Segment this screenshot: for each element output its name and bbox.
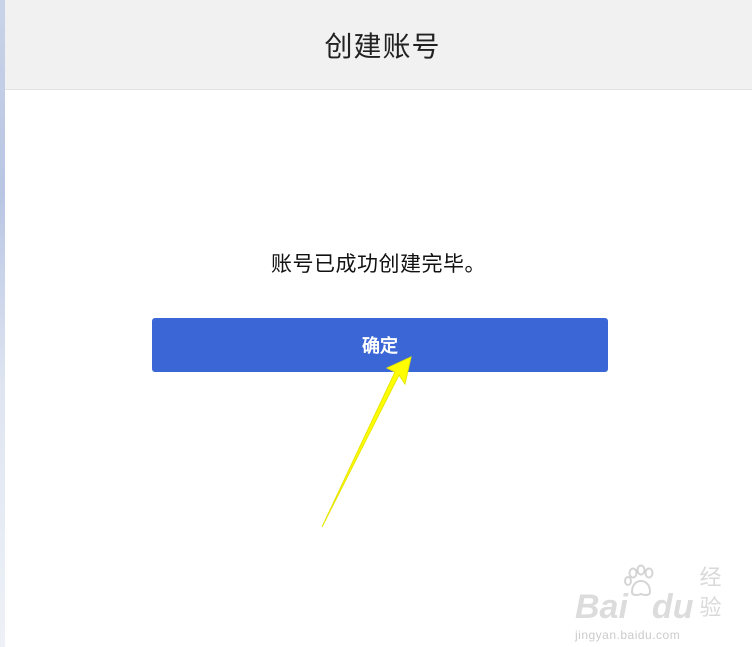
dialog-header: 创建账号 — [5, 0, 752, 90]
baidu-watermark: Bai du 经验 jingyan.baidu.com — [575, 564, 725, 642]
watermark-brand-left: Bai — [575, 588, 628, 626]
watermark-brand-row: Bai du 经验 — [575, 564, 725, 624]
watermark-brand-right: du — [651, 588, 694, 626]
background-window-edge — [0, 0, 5, 647]
paw-icon — [624, 564, 654, 597]
success-message: 账号已成功创建完毕。 — [271, 252, 486, 276]
annotation-arrow-shape — [321, 356, 412, 528]
confirm-button[interactable]: 确定 — [152, 318, 608, 372]
watermark-url: jingyan.baidu.com — [575, 628, 681, 642]
watermark-brand-suffix: 经验 — [699, 566, 722, 621]
page: 创建账号 账号已成功创建完毕。 确定 Bai du 经验 jingyan.bai… — [0, 0, 752, 647]
page-title: 创建账号 — [324, 29, 441, 63]
